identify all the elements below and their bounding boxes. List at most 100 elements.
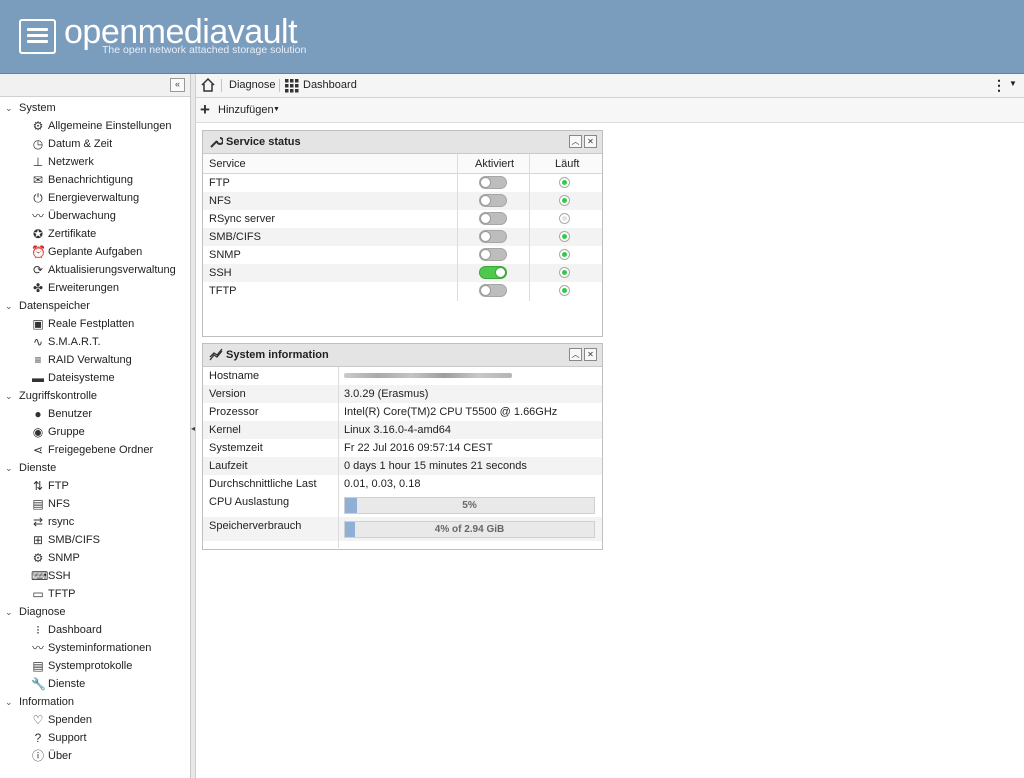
sidebar-item[interactable]: 〰 Systeminformationen	[0, 639, 190, 657]
sidebar-group-datenspeicher[interactable]: ⌄ Datenspeicher	[0, 297, 190, 315]
column-header-enabled[interactable]: Aktiviert	[475, 158, 514, 170]
sidebar-item[interactable]: ♡ Spenden	[0, 711, 190, 729]
network-icon: ⊥	[32, 155, 44, 169]
sidebar-item[interactable]: ⊞ SMB/CIFS	[0, 531, 190, 549]
enabled-toggle[interactable]	[479, 212, 507, 225]
sidebar-group-information[interactable]: ⌄ Information	[0, 693, 190, 711]
sidebar-group-dienste[interactable]: ⌄ Dienste	[0, 459, 190, 477]
menu-logo-icon	[19, 19, 56, 54]
widget-header: Service status ︿ ✕	[203, 131, 602, 154]
column-header-service[interactable]: Service	[209, 158, 246, 170]
sidebar-item[interactable]: ⌨ SSH	[0, 567, 190, 585]
sidebar-item-label: TFTP	[48, 588, 76, 600]
table-row[interactable]: NFS	[203, 192, 602, 210]
enabled-toggle[interactable]	[479, 176, 507, 189]
clock-icon: ◷	[32, 137, 44, 151]
chevron-down-icon[interactable]: ▼	[1009, 79, 1017, 88]
chevron-down-icon[interactable]: ⌄	[5, 99, 13, 117]
sidebar-item[interactable]: ⊥ Netzwerk	[0, 153, 190, 171]
sidebar-item-label: SSH	[48, 570, 71, 582]
chevron-down-icon[interactable]: ⌄	[5, 693, 13, 711]
sidebar-item-label: Dashboard	[48, 624, 102, 636]
collapse-widget-icon[interactable]: ︿	[569, 348, 582, 361]
info-value: Fr 22 Jul 2016 09:57:14 CEST	[344, 442, 493, 454]
sidebar-item[interactable]: ⏰ Geplante Aufgaben	[0, 243, 190, 261]
toggle-knob	[480, 249, 491, 260]
sidebar-item[interactable]: ▤ Systemprotokolle	[0, 657, 190, 675]
collapse-sidebar-button[interactable]: «	[170, 78, 185, 92]
splitter-arrow-icon[interactable]: ◂	[191, 424, 195, 433]
sidebar-item[interactable]: ◷ Datum & Zeit	[0, 135, 190, 153]
info-key: Systemzeit	[209, 442, 263, 454]
info-key: Laufzeit	[209, 460, 248, 472]
sidebar-item[interactable]: ⚙ Allgemeine Einstellungen	[0, 117, 190, 135]
sidebar-item[interactable]: ✪ Zertifikate	[0, 225, 190, 243]
table-row[interactable]: FTP	[203, 174, 602, 192]
collapse-widget-icon[interactable]: ︿	[569, 135, 582, 148]
sidebar-item[interactable]: ▬ Dateisysteme	[0, 369, 190, 387]
close-widget-icon[interactable]: ✕	[584, 348, 597, 361]
info-row: Prozessor Intel(R) Core(TM)2 CPU T5500 @ …	[203, 403, 602, 421]
table-row[interactable]: SNMP	[203, 246, 602, 264]
enabled-toggle[interactable]	[479, 230, 507, 243]
service-name: RSync server	[209, 213, 276, 225]
sidebar-group-system[interactable]: ⌄ System	[0, 99, 190, 117]
sidebar-item[interactable]: ▣ Reale Festplatten	[0, 315, 190, 333]
table-row[interactable]: RSync server	[203, 210, 602, 228]
sidebar-item[interactable]: ⇄ rsync	[0, 513, 190, 531]
table-row[interactable]: TFTP	[203, 282, 602, 300]
enabled-toggle[interactable]	[479, 266, 507, 279]
running-status-icon	[559, 195, 570, 206]
sidebar-item[interactable]: ✉ Benachrichtigung	[0, 171, 190, 189]
toggle-knob	[480, 177, 491, 188]
sidebar-item[interactable]: 🔧 Dienste	[0, 675, 190, 693]
sidebar-item[interactable]: ⇅ FTP	[0, 477, 190, 495]
table-row[interactable]: SMB/CIFS	[203, 228, 602, 246]
toggle-knob	[480, 285, 491, 296]
progress-text: 5%	[462, 500, 477, 511]
wrench-icon: 🔧	[31, 677, 46, 691]
sidebar-item[interactable]: ▭ TFTP	[0, 585, 190, 603]
chevron-down-icon[interactable]: ⌄	[5, 459, 13, 477]
enabled-toggle[interactable]	[479, 248, 507, 261]
enabled-toggle[interactable]	[479, 284, 507, 297]
sidebar-item[interactable]: ⚙ SNMP	[0, 549, 190, 567]
enabled-toggle[interactable]	[479, 194, 507, 207]
sidebar-item-label: Geplante Aufgaben	[48, 246, 143, 258]
sidebar-item[interactable]: ⓘ Über	[0, 747, 190, 765]
chevron-down-icon[interactable]: ⌄	[5, 603, 13, 621]
sidebar-group-zugriffskontrolle[interactable]: ⌄ Zugriffskontrolle	[0, 387, 190, 405]
info-row: Durchschnittliche Last 0.01, 0.03, 0.18	[203, 475, 602, 493]
home-icon[interactable]	[200, 77, 216, 93]
sidebar-item[interactable]: ∿ S.M.A.R.T.	[0, 333, 190, 351]
chevron-down-icon[interactable]: ⌄	[5, 387, 13, 405]
sidebar-item[interactable]: ⏻ Energieverwaltung	[0, 189, 190, 207]
system-information-widget: System information ︿ ✕ Hostname Version 3.…	[202, 343, 603, 550]
info-row: Kernel Linux 3.16.0-4-amd64	[203, 421, 602, 439]
breadcrumb-diagnose[interactable]: Diagnose	[229, 79, 275, 91]
sidebar-item[interactable]: ⁝ Dashboard	[0, 621, 190, 639]
sidebar-item-label: FTP	[48, 480, 69, 492]
sidebar-item[interactable]: ▤ NFS	[0, 495, 190, 513]
column-header-running[interactable]: Läuft	[555, 158, 579, 170]
app-header: openmediavault The open network attached…	[0, 0, 1024, 74]
sidebar-item[interactable]: ? Support	[0, 729, 190, 747]
sidebar-item-label: RAID Verwaltung	[48, 354, 132, 366]
sidebar-item[interactable]: ≡ RAID Verwaltung	[0, 351, 190, 369]
close-widget-icon[interactable]: ✕	[584, 135, 597, 148]
sidebar-item[interactable]: ◉ Gruppe	[0, 423, 190, 441]
sidebar-item[interactable]: 〰 Überwachung	[0, 207, 190, 225]
info-value: 3.0.29 (Erasmus)	[344, 388, 429, 400]
database-icon: ≡	[34, 353, 42, 367]
sidebar-item[interactable]: ✤ Erweiterungen	[0, 279, 190, 297]
sidebar-item[interactable]: ⟳ Aktualisierungsverwaltung	[0, 261, 190, 279]
sidebar-item-label: Netzwerk	[48, 156, 94, 168]
chevron-down-icon[interactable]: ⌄	[5, 297, 13, 315]
breadcrumb-dashboard[interactable]: Dashboard	[303, 79, 357, 91]
sidebar-group-diagnose[interactable]: ⌄ Diagnose	[0, 603, 190, 621]
sidebar-item[interactable]: ⋖ Freigegebene Ordner	[0, 441, 190, 459]
service-name: TFTP	[209, 285, 237, 297]
sidebar-item[interactable]: ● Benutzer	[0, 405, 190, 423]
table-row[interactable]: SSH	[203, 264, 602, 282]
more-options-icon[interactable]: ⋮	[992, 77, 1006, 93]
